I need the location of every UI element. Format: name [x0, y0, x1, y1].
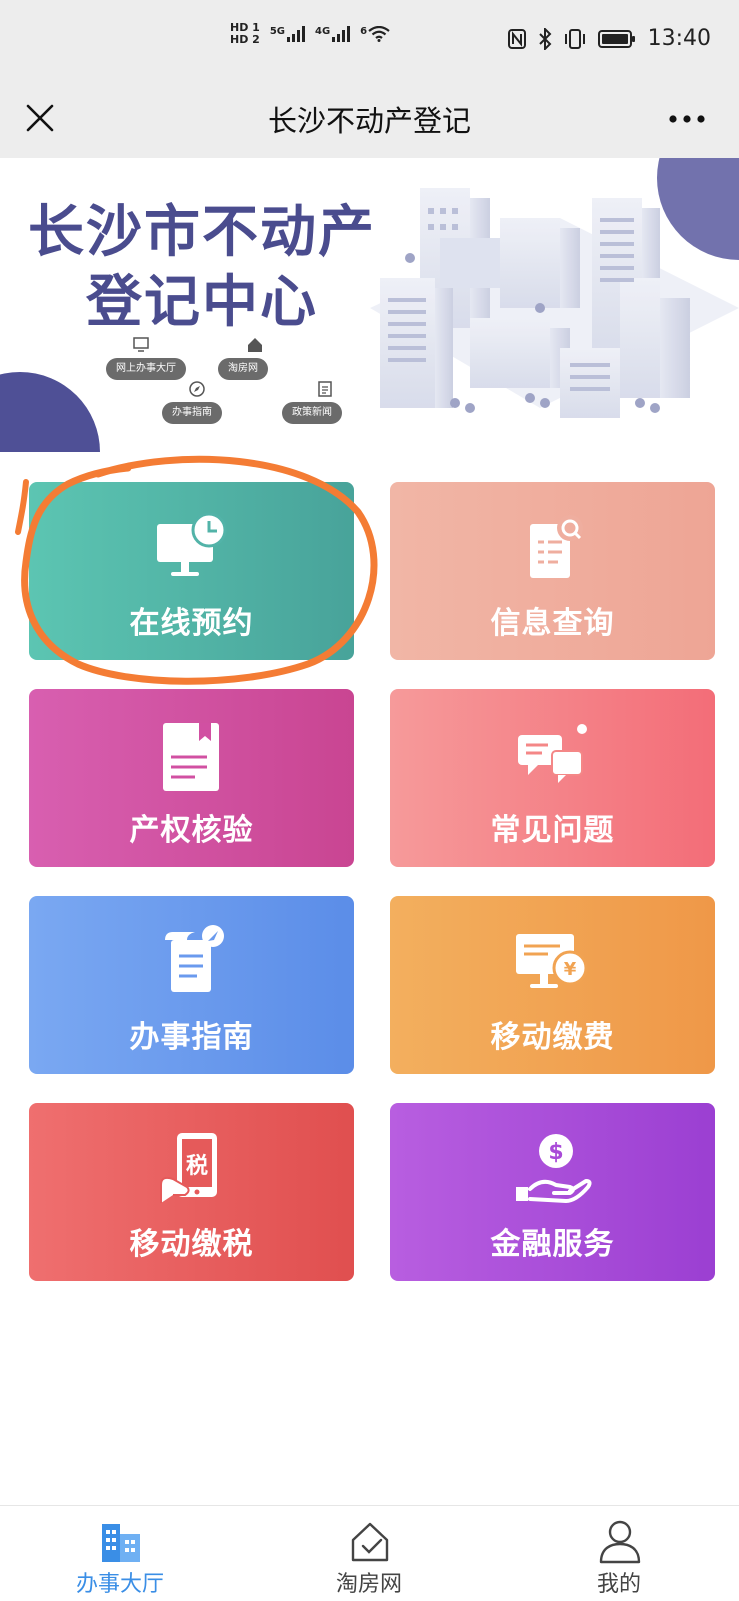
service-tile-label: 在线预约	[129, 606, 254, 641]
banner-title-line1: 长沙市不动产	[28, 200, 376, 265]
battery-icon	[597, 29, 635, 48]
compass-icon	[189, 381, 205, 397]
more-icon[interactable]	[667, 104, 707, 134]
service-tile[interactable]: $ 金融服务	[390, 1103, 715, 1281]
tab-hall[interactable]: 办事大厅	[30, 1506, 210, 1601]
signal-4g: 4G	[315, 26, 351, 42]
banner-title-line2: 登记中心	[86, 270, 318, 335]
svg-text:¥: ¥	[564, 959, 577, 980]
tab-mine[interactable]: 我的	[529, 1506, 709, 1601]
service-tile[interactable]: 信息查询	[390, 482, 715, 660]
service-tile-label: 信息查询	[490, 606, 615, 641]
bluetooth-icon	[538, 27, 552, 50]
pill-online-hall: 网上办事大厅	[106, 358, 186, 380]
hd2-badge: HD 2	[230, 33, 260, 46]
tab-taofang[interactable]: 淘房网	[279, 1506, 459, 1601]
banner: 长沙市不动产 登记中心 网上办事大厅 淘房网 办事指南 政策新闻	[0, 158, 739, 452]
network-indicators: HD 1 HD 2 5G 4G 6	[230, 22, 390, 46]
house-check-icon	[351, 1522, 389, 1562]
pill-taofang: 淘房网	[218, 358, 268, 380]
user-icon	[599, 1520, 641, 1564]
banner-title: 长沙市不动产 登记中心	[22, 198, 382, 338]
signal-5g: 5G	[270, 26, 305, 42]
service-tile[interactable]: ¥ 移动缴费	[390, 896, 715, 1074]
service-tile-label: 办事指南	[129, 1020, 254, 1055]
nfc-icon	[507, 28, 526, 49]
service-tile[interactable]: 常见问题	[390, 689, 715, 867]
service-tile[interactable]: 办事指南	[29, 896, 354, 1074]
tab-taofang-label: 淘房网	[335, 1572, 402, 1597]
document-bookmark-icon	[163, 723, 219, 791]
service-tile[interactable]: 在线预约	[29, 482, 354, 660]
service-tile[interactable]: 税移动缴税	[29, 1103, 354, 1281]
tab-hall-label: 办事大厅	[75, 1572, 164, 1597]
clock: 13:40	[647, 26, 711, 51]
tab-mine-label: 我的	[596, 1572, 641, 1597]
service-tile-label: 金融服务	[490, 1227, 615, 1262]
wifi-icon	[368, 26, 390, 42]
service-tile-label: 移动缴税	[129, 1227, 254, 1262]
pill-guide: 办事指南	[162, 402, 222, 424]
news-icon	[318, 381, 332, 397]
hand-dollar-icon: $	[516, 1134, 592, 1203]
bottom-tab-bar: 办事大厅 淘房网 我的	[0, 1505, 739, 1600]
service-tile-label: 移动缴费	[490, 1020, 615, 1055]
document-search-icon	[530, 515, 583, 578]
service-tile-label: 产权核验	[129, 813, 254, 848]
service-tile[interactable]: 产权核验	[29, 689, 354, 867]
phone-tax-icon: 税	[160, 1133, 217, 1203]
system-indicators: 13:40	[507, 26, 711, 51]
wifi-indicator: 6	[360, 26, 390, 42]
guide-paper-icon	[165, 925, 224, 992]
page-title: 长沙不动产登记	[267, 104, 471, 138]
building-icon	[102, 1524, 140, 1562]
navigation-bar: 长沙不动产登记	[0, 80, 739, 158]
svg-text:$: $	[548, 1140, 563, 1165]
computer-icon	[133, 337, 149, 352]
pill-news: 政策新闻	[282, 402, 342, 424]
status-bar: HD 1 HD 2 5G 4G 6 13:40	[0, 0, 739, 80]
signal-bars-icon	[332, 26, 351, 42]
vibrate-icon	[564, 28, 585, 49]
computer-clock-icon	[157, 512, 227, 576]
svg-text:税: 税	[186, 1153, 208, 1179]
home-icon	[248, 338, 262, 352]
signal-bars-icon	[287, 26, 305, 42]
chat-bubbles-icon	[518, 724, 587, 783]
monitor-yen-icon: ¥	[516, 934, 588, 988]
service-tile-label: 常见问题	[490, 813, 615, 848]
